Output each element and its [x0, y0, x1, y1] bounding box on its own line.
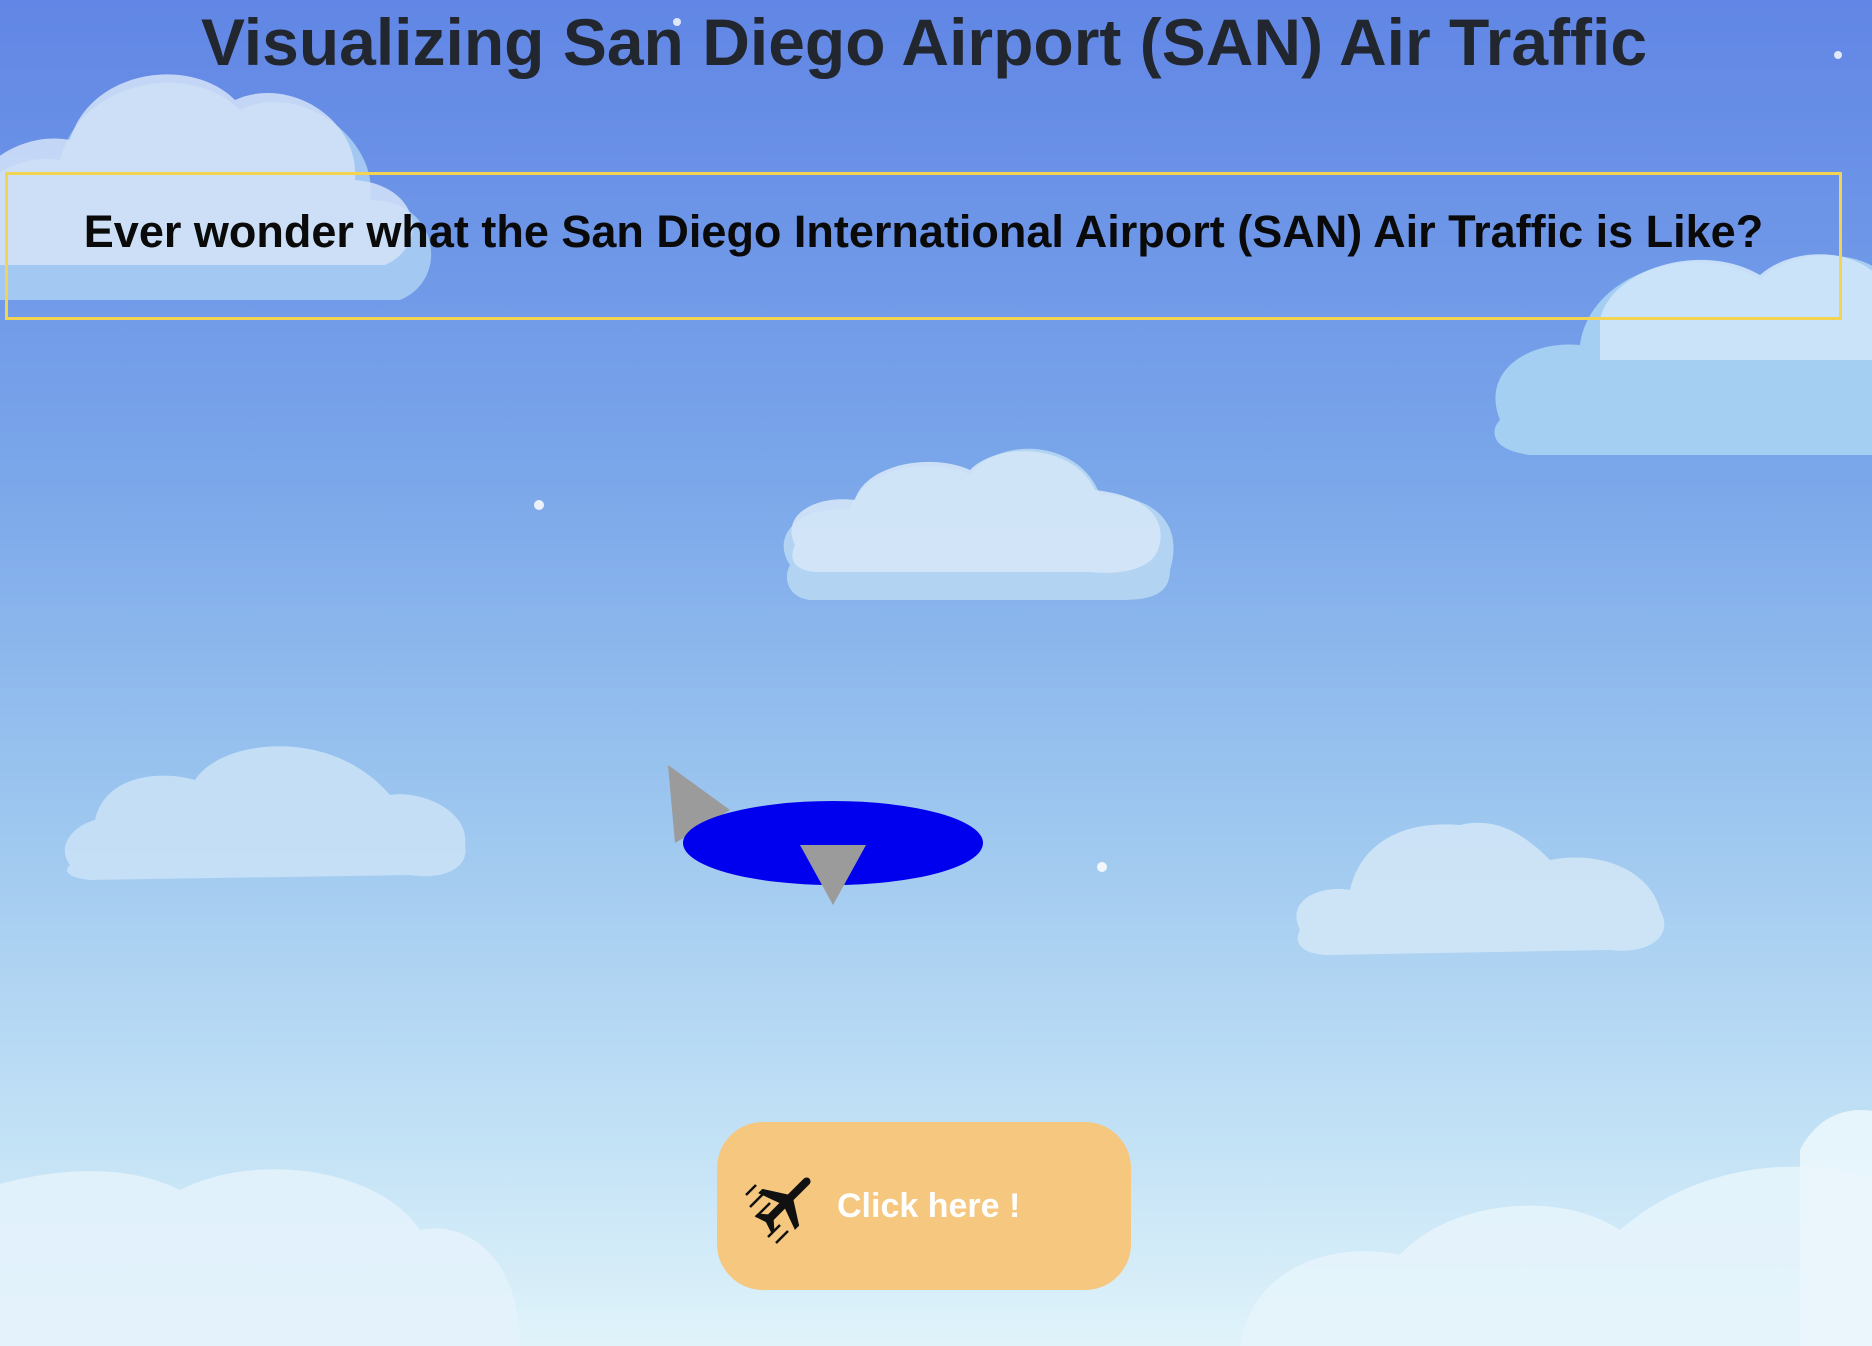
page-title: Visualizing San Diego Airport (SAN) Air …: [200, 5, 1648, 79]
intro-question-box: Ever wonder what the San Diego Internati…: [5, 172, 1842, 320]
click-here-button[interactable]: Click here !: [717, 1122, 1131, 1290]
intro-question: Ever wonder what the San Diego Internati…: [83, 206, 1764, 257]
airplane-illustration: [668, 765, 983, 905]
click-here-label: Click here !: [837, 1187, 1021, 1225]
airplane-icon: [745, 1177, 811, 1244]
cloud: [1296, 822, 1665, 955]
cloud: [783, 448, 1174, 600]
cloud: [64, 746, 466, 880]
